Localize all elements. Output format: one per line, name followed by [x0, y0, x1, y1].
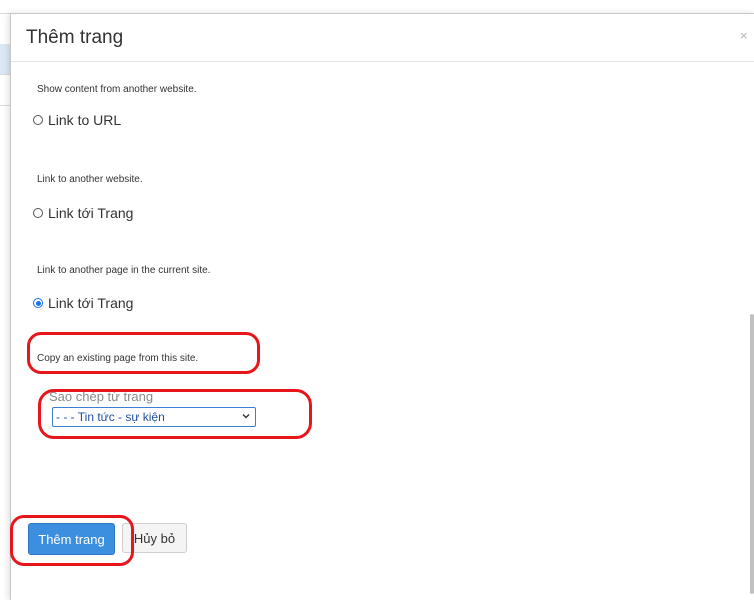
dialog-title: Thêm trang: [26, 27, 124, 48]
radio-option-link-to-page[interactable]: Link tới Trang: [33, 205, 133, 221]
copy-description: Copy an existing page from this site.: [37, 353, 199, 364]
radio-button[interactable]: [33, 208, 43, 218]
radio-label: Link to URL: [48, 112, 122, 128]
option-description: Link to another website.: [37, 174, 143, 185]
copy-from-page-label: Sao chép từ trang: [49, 389, 154, 404]
cancel-button[interactable]: Hủy bỏ: [122, 523, 187, 553]
option-description: Link to another page in the current site…: [37, 265, 211, 276]
radio-label: Link tới Trang: [48, 295, 134, 311]
option-description: Show content from another website.: [37, 84, 197, 95]
add-page-dialog: Thêm trang × Show content from another w…: [10, 13, 754, 600]
radio-label: Link tới Trang: [48, 205, 134, 221]
copy-from-page-select[interactable]: - - - Tin tức - sự kiện: [52, 407, 256, 427]
radio-option-link-to-url[interactable]: Link to URL: [33, 112, 121, 128]
add-page-button[interactable]: Thêm trang: [28, 523, 115, 555]
close-icon[interactable]: ×: [740, 28, 748, 43]
radio-option-link-to-page-selected[interactable]: Link tới Trang: [33, 295, 133, 311]
dialog-header: Thêm trang ×: [11, 14, 754, 62]
chevron-down-icon: [242, 414, 250, 419]
select-value: - - - Tin tức - sự kiện: [56, 410, 165, 424]
radio-button-checked[interactable]: [33, 298, 43, 308]
radio-button[interactable]: [33, 115, 43, 125]
dialog-scrollbar[interactable]: [750, 314, 754, 594]
